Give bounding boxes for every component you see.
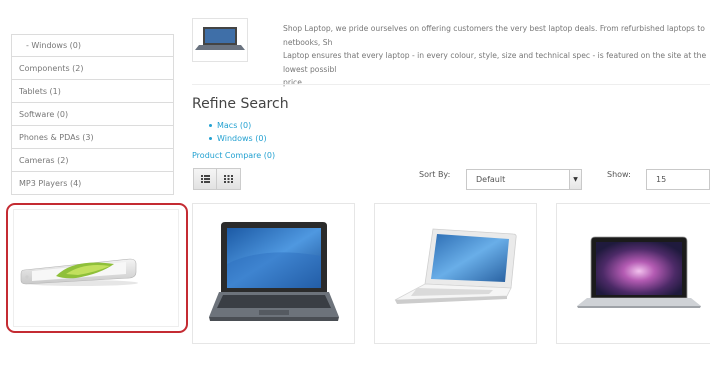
show-limit-value: 15 xyxy=(656,175,667,184)
bullet-icon xyxy=(209,124,212,127)
refine-link-label: Windows (0) xyxy=(217,134,267,143)
tablet-image xyxy=(20,258,138,286)
sort-by-select[interactable]: Default ▼ xyxy=(466,169,582,190)
description-line: Laptop ensures that every laptop - in ev… xyxy=(283,51,707,74)
sort-by-label: Sort By: xyxy=(419,170,451,179)
category-label: - Windows (0) xyxy=(26,41,82,50)
section-divider xyxy=(192,84,710,85)
caret-down-icon: ▼ xyxy=(569,170,581,189)
category-item-cameras[interactable]: Cameras (2) xyxy=(11,149,174,172)
list-view-icon xyxy=(200,175,210,183)
refine-search-list: Macs (0) Windows (0) xyxy=(209,119,267,145)
description-line: price. xyxy=(283,78,305,87)
sort-by-value: Default xyxy=(476,175,506,184)
category-description: Shop Laptop, we pride ourselves on offer… xyxy=(283,22,710,90)
refine-search-heading: Refine Search xyxy=(192,96,289,112)
category-label: Components (2) xyxy=(19,63,84,73)
category-item-tablets[interactable]: Tablets (1) xyxy=(11,80,174,103)
category-item-windows[interactable]: - Windows (0) xyxy=(11,34,174,57)
show-label: Show: xyxy=(607,170,631,179)
view-toggle-group xyxy=(193,168,241,190)
product-card-macbook-white[interactable] xyxy=(374,203,537,344)
category-label: Cameras (2) xyxy=(19,155,69,165)
category-label: Software (0) xyxy=(19,109,69,119)
product-card-hp-laptop[interactable] xyxy=(192,203,355,344)
category-thumbnail xyxy=(192,18,248,62)
product-compare-link[interactable]: Product Compare (0) xyxy=(192,151,275,160)
category-item-software[interactable]: Software (0) xyxy=(11,103,174,126)
description-line: Shop Laptop, we pride ourselves on offer… xyxy=(283,24,705,47)
macbook-air-image xyxy=(577,236,701,308)
category-label: MP3 Players (4) xyxy=(19,178,82,188)
category-label: Tablets (1) xyxy=(19,86,61,96)
promo-image-frame xyxy=(13,209,179,327)
category-item-components[interactable]: Components (2) xyxy=(11,57,174,80)
refine-link-windows[interactable]: Windows (0) xyxy=(209,132,267,145)
refine-link-macs[interactable]: Macs (0) xyxy=(209,119,267,132)
refine-link-label: Macs (0) xyxy=(217,121,252,130)
list-view-button[interactable] xyxy=(193,168,217,190)
category-item-phones[interactable]: Phones & PDAs (3) xyxy=(11,126,174,149)
category-sidebar: - Windows (0) Components (2) Tablets (1)… xyxy=(11,34,174,195)
macbook-white-image xyxy=(394,228,517,304)
product-card-macbook-air[interactable] xyxy=(556,203,710,344)
category-item-mp3-players[interactable]: MP3 Players (4) xyxy=(11,172,174,195)
show-limit-select[interactable]: 15 xyxy=(646,169,710,190)
grid-view-icon xyxy=(224,175,233,183)
laptop-thumbnail-image xyxy=(195,27,245,50)
hp-laptop-image xyxy=(209,222,339,321)
bullet-icon xyxy=(209,137,212,140)
category-label: Phones & PDAs (3) xyxy=(19,132,94,142)
promo-banner-highlighted[interactable] xyxy=(6,203,188,333)
grid-view-button[interactable] xyxy=(217,168,241,190)
